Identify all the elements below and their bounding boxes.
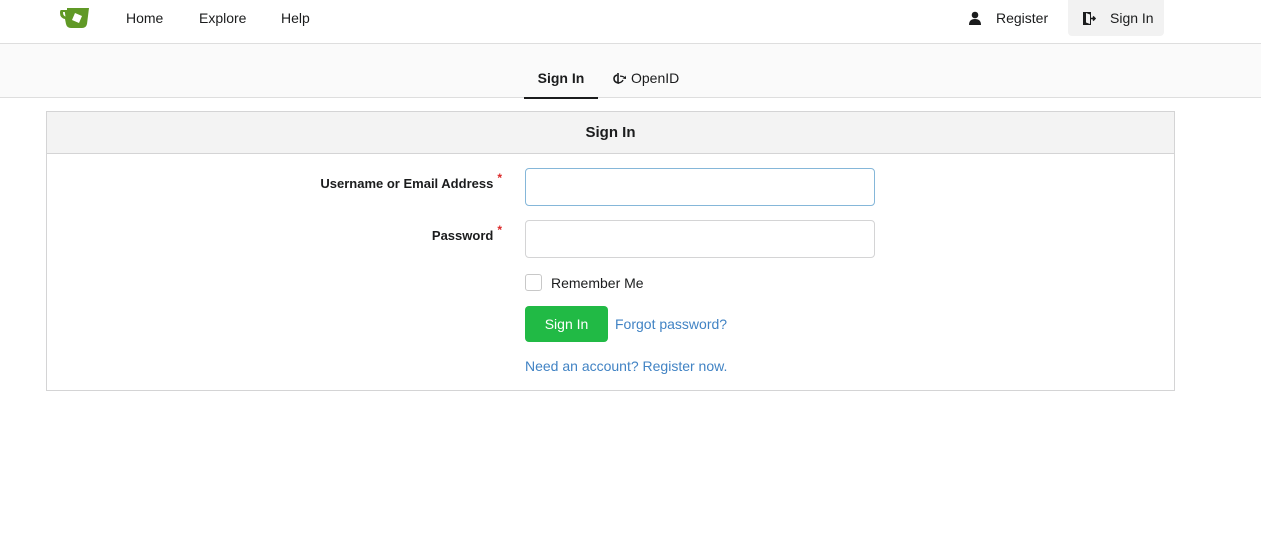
nav-sign-in-link[interactable]: Sign In [1068,0,1164,36]
password-label: Password * [431,223,502,243]
required-marker: * [497,171,502,185]
username-label-text: Username or Email Address [320,176,494,191]
checkbox-box[interactable] [525,274,542,291]
person-icon [969,11,981,25]
tab-sign-in-label: Sign In [537,70,585,86]
nav-sign-in-label: Sign In [1110,10,1154,26]
register-now-link[interactable]: Need an account? Register now. [525,358,727,374]
tab-openid[interactable]: OpenID [613,64,679,98]
sign-in-icon [1083,11,1096,25]
required-marker: * [497,223,502,237]
username-label: Username or Email Address * [320,171,502,191]
forgot-password-link[interactable]: Forgot password? [615,316,727,332]
remember-me-label: Remember Me [551,274,644,291]
remember-me-checkbox[interactable]: Remember Me [525,274,644,291]
top-navbar: Home Explore Help Register Sign In [0,0,1261,44]
nav-help-link[interactable]: Help [281,0,310,36]
password-label-text: Password [431,228,494,243]
openid-icon [613,73,626,85]
username-input[interactable] [525,168,875,206]
sign-in-form: Sign In Username or Email Address * Passw… [46,111,1175,391]
gitea-logo-icon[interactable] [59,4,91,32]
tab-sign-in[interactable]: Sign In [524,64,598,99]
sign-in-button[interactable]: Sign In [525,306,608,342]
nav-explore-link[interactable]: Explore [199,0,246,36]
nav-register-link[interactable]: Register [958,0,1058,36]
nav-register-label: Register [996,10,1049,26]
sign-in-tabs: Sign In OpenID [0,44,1261,99]
password-input[interactable] [525,220,875,258]
form-header: Sign In [47,112,1174,154]
nav-home-link[interactable]: Home [126,0,163,36]
tab-openid-label: OpenID [631,70,680,86]
